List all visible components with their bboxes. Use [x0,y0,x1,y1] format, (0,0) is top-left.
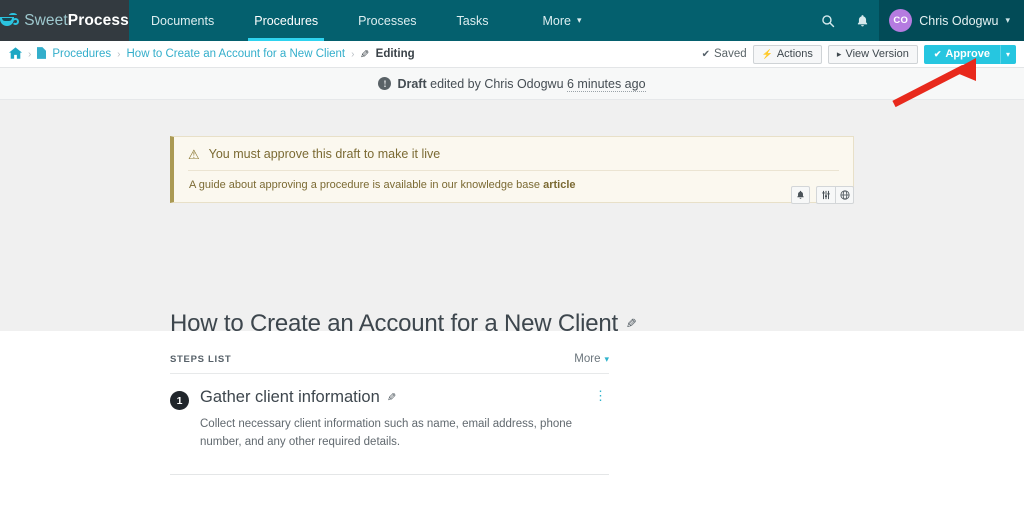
pencil-icon[interactable]: ✎ [626,316,637,332]
globe-button[interactable] [835,186,854,204]
nav-item-label: More [542,13,571,28]
chevron-down-icon: ▾ [1005,15,1010,25]
nav-item-label: Tasks [456,13,489,28]
bell-icon[interactable] [845,0,879,41]
draft-timestamp: 6 minutes ago [567,76,646,92]
breadcrumb-procedures-link[interactable]: Procedures [52,48,111,60]
actions-button[interactable]: ⚡ Actions [752,44,822,64]
breadcrumb-procedure-link[interactable]: How to Create an Account for a New Clien… [127,48,346,60]
saved-status: ✔ Saved [702,48,747,60]
nav-item-documents[interactable]: Documents [129,0,234,41]
view-toggle-group [816,186,854,204]
user-menu[interactable]: CO Chris Odogwu ▾ [879,0,1024,41]
breadcrumb-separator: › [117,48,121,60]
pencil-icon[interactable]: ✎ [387,391,396,404]
play-icon: ▸ [836,48,842,59]
nav-item-label: Processes [358,13,417,28]
nav-right-cluster: CO Chris Odogwu ▾ [811,0,1024,41]
steps-list-header: STEPS LIST More ▾ [170,353,609,374]
nav-item-label: Procedures [254,13,319,28]
home-icon[interactable] [9,47,22,61]
approve-label: Approve [945,48,990,60]
check-icon: ✔ [701,48,710,60]
document-body: STEPS LIST More ▾ 1 Gather client inform… [0,331,1024,503]
steps-list-panel: STEPS LIST More ▾ 1 Gather client inform… [170,353,631,475]
approve-button[interactable]: ✔ Approve [923,44,1000,64]
nav-item-label: Documents [151,13,215,28]
alert-divider [188,170,839,171]
step-description: Collect necessary client information suc… [200,418,573,448]
chevron-down-icon: ▾ [1005,49,1010,59]
alert-title: You must approve this draft to make it l… [208,147,441,161]
brand-name-bold: Process [67,11,129,29]
steps-list-label: STEPS LIST [170,353,232,365]
alert-body-text: A guide about approving a procedure is a… [189,179,544,191]
primary-nav: Documents Procedures Processes Tasks Mor… [129,0,602,41]
breadcrumb: › Procedures › How to Create an Account … [9,46,415,62]
check-icon: ✔ [933,48,942,59]
breadcrumb-current: Editing [375,48,415,60]
draft-label: Draft [397,76,427,91]
info-icon: ! [378,77,392,90]
step-item: 1 Gather client information ✎ Collect ne… [170,374,609,452]
document-actions [791,186,854,204]
steps-more-label: More [574,353,601,365]
step-title-text: Gather client information [200,388,380,406]
knowledge-base-article-link[interactable]: article [543,179,575,191]
pencil-icon: ✎ [360,48,370,61]
search-icon[interactable] [811,0,845,41]
chevron-down-icon: ▾ [576,15,582,25]
alert-title-row: ⚠ You must approve this draft to make it… [188,147,839,161]
brand-logo[interactable]: SweetProcess [0,0,129,41]
step-number: 1 [170,391,189,410]
step-title: Gather client information ✎ [200,388,609,407]
chevron-down-icon: ▾ [604,353,609,364]
step-menu-icon[interactable]: ⋮ [594,389,607,403]
avatar: CO [889,9,913,32]
body-columns: STEPS LIST More ▾ 1 Gather client inform… [170,331,854,475]
step-content: Gather client information ✎ Collect nece… [200,388,609,452]
breadcrumb-separator: › [28,48,32,60]
hero-content: ⚠ You must approve this draft to make it… [170,100,854,359]
top-navigation-bar: SweetProcess Documents Procedures Proces… [0,0,1024,41]
app-root: SweetProcess Documents Procedures Proces… [0,0,1024,505]
nav-item-tasks[interactable]: Tasks [437,0,509,41]
approve-draft-alert: ⚠ You must approve this draft to make it… [170,136,854,203]
approve-button-group: ✔ Approve ▾ [923,44,1016,64]
breadcrumb-separator: › [351,48,355,60]
brand-wordmark: SweetProcess [24,12,129,30]
hero-section: ⚠ You must approve this draft to make it… [0,100,1024,359]
warning-icon: ⚠ [188,146,200,162]
coffee-cup-icon [0,12,20,28]
bolt-icon: ⚡ [761,48,773,59]
brand-name-light: Sweet [24,11,68,29]
notifications-button[interactable] [791,186,810,204]
view-version-label: View Version [845,48,909,60]
approve-dropdown-toggle[interactable]: ▾ [1000,44,1016,64]
sort-button[interactable] [816,186,835,204]
nav-item-processes[interactable]: Processes [338,0,436,41]
breadcrumb-bar: › Procedures › How to Create an Account … [0,41,1024,68]
view-version-button[interactable]: ▸ View Version [827,44,918,64]
saved-label: Saved [714,48,747,60]
actions-label: Actions [776,48,813,60]
draft-status-text: Draft edited by Chris Odogwu 6 minutes a… [397,76,646,92]
step-divider [170,473,609,475]
alert-body: A guide about approving a procedure is a… [188,179,839,191]
nav-item-more[interactable]: More ▾ [508,0,601,41]
steps-more-button[interactable]: More ▾ [574,353,609,365]
document-icon [37,46,47,62]
nav-item-procedures[interactable]: Procedures [234,0,338,41]
draft-status-bar: ! Draft edited by Chris Odogwu 6 minutes… [0,68,1024,100]
draft-editor-text: edited by Chris Odogwu [426,76,567,91]
user-name: Chris Odogwu [919,13,999,28]
editor-toolbar: ✔ Saved ⚡ Actions ▸ View Version ✔ Appro… [702,44,1016,64]
